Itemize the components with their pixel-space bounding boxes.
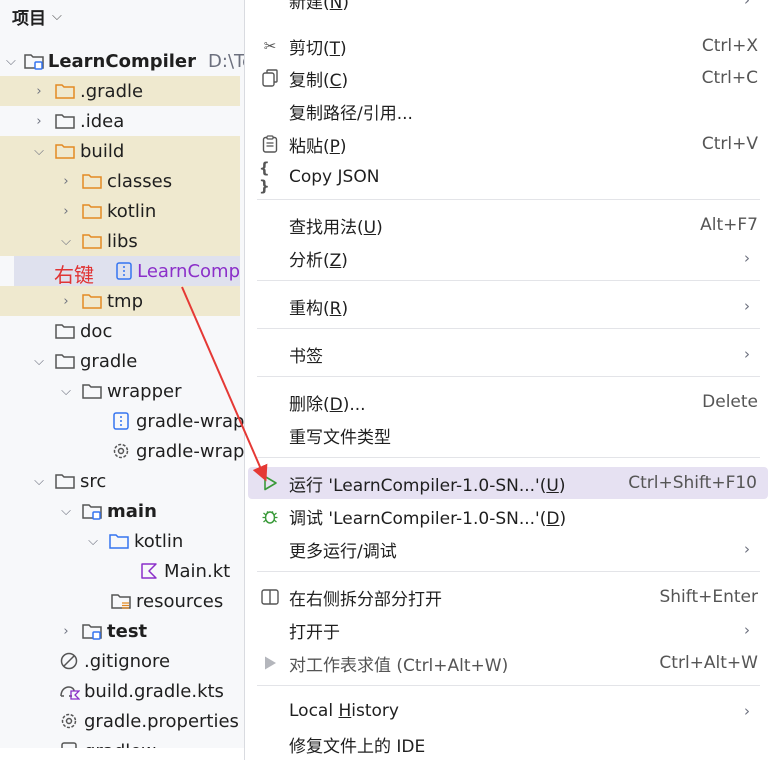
annotation-arrow — [181, 286, 268, 482]
